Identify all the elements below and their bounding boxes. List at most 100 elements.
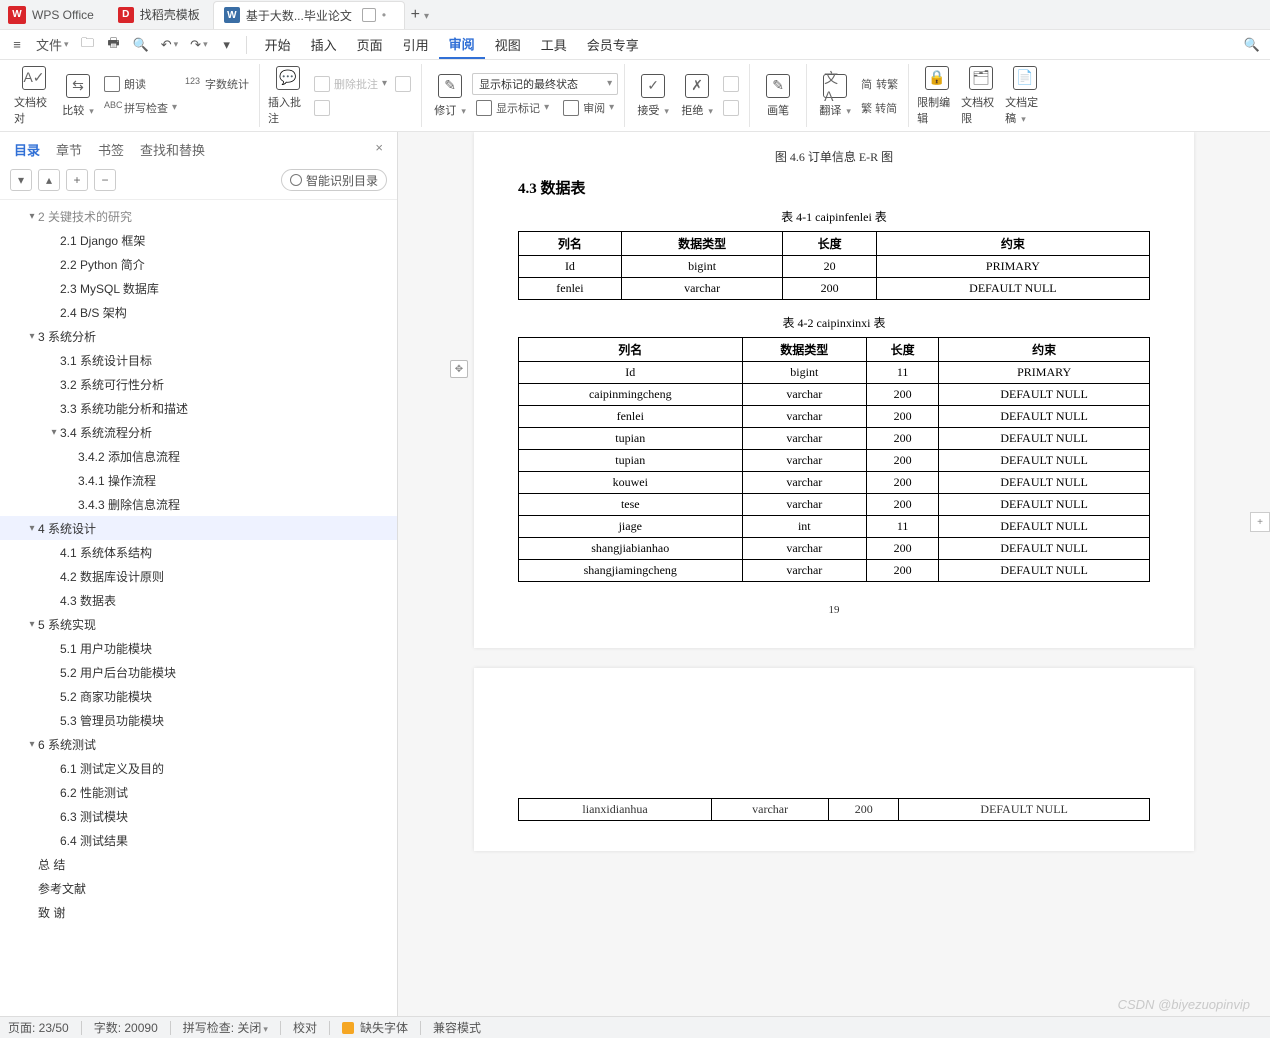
spell-status[interactable]: 拼写检查: 关闭▾ xyxy=(183,1019,268,1036)
translate-button[interactable]: 文A翻译 ▾ xyxy=(813,72,857,120)
tab-find-templates[interactable]: D 找稻壳模板 xyxy=(108,1,210,29)
redo-icon[interactable]: ↷▾ xyxy=(186,34,211,56)
menu-审阅[interactable]: 审阅 xyxy=(439,31,485,59)
menu-list: 开始插入页面引用审阅视图工具会员专享 xyxy=(255,31,649,59)
simp-to-trad-button[interactable]: 繁 转简 xyxy=(857,97,902,119)
delete-comment-button: 删除批注▾ xyxy=(310,73,391,95)
outline-item[interactable]: 4.3 数据表 xyxy=(0,588,397,612)
outline-item[interactable]: ▾2 关键技术的研究 xyxy=(0,204,397,228)
outline-item[interactable]: ▾3.4 系统流程分析 xyxy=(0,420,397,444)
outline-item[interactable]: 3.4.3 删除信息流程 xyxy=(0,492,397,516)
outline-item[interactable]: 2.4 B/S 架构 xyxy=(0,300,397,324)
add-button[interactable]: + xyxy=(66,169,88,191)
tab-outline[interactable]: 目录 xyxy=(14,140,40,159)
outline-item[interactable]: 3.3 系统功能分析和描述 xyxy=(0,396,397,420)
undo-icon[interactable]: ↶▾ xyxy=(157,34,182,56)
separator xyxy=(246,36,247,54)
show-marks-button[interactable]: 显示标记▾ xyxy=(472,97,553,119)
outline-item[interactable]: ▾4 系统设计 xyxy=(0,516,397,540)
outline-item[interactable]: 5.3 管理员功能模块 xyxy=(0,708,397,732)
outline-item[interactable]: 6.4 测试结果 xyxy=(0,828,397,852)
close-icon[interactable]: • xyxy=(382,8,394,22)
menu-工具[interactable]: 工具 xyxy=(531,31,577,59)
smart-toc-button[interactable]: 智能识别目录 xyxy=(281,169,387,191)
remove-button[interactable]: − xyxy=(94,169,116,191)
accept-button[interactable]: ✓接受 ▾ xyxy=(631,72,675,120)
doc-proof-button[interactable]: A✓文档校对 xyxy=(12,64,56,128)
tab-bookmarks[interactable]: 书签 xyxy=(98,140,124,159)
outline-item[interactable]: 6.3 测试模块 xyxy=(0,804,397,828)
compare-button[interactable]: ⇆比较 ▾ xyxy=(56,72,100,120)
app-name: WPS Office xyxy=(32,8,94,22)
doc-final-button[interactable]: 📄文档定稿 ▾ xyxy=(1003,64,1047,128)
reject-button[interactable]: ✗拒绝 ▾ xyxy=(675,72,719,120)
outline-item[interactable]: 2.1 Django 框架 xyxy=(0,228,397,252)
outline-item[interactable]: 3.1 系统设计目标 xyxy=(0,348,397,372)
spell-check-button[interactable]: ABC拼写检查▾ xyxy=(100,97,181,119)
outline-item[interactable]: ▾6 系统测试 xyxy=(0,732,397,756)
ink-button[interactable]: ✎画笔 xyxy=(756,72,800,120)
trad-to-simp-button[interactable]: 简转繁 xyxy=(857,73,902,95)
outline-item[interactable]: 6.2 性能测试 xyxy=(0,780,397,804)
tab-sections[interactable]: 章节 xyxy=(56,140,82,159)
up-button[interactable]: ▴ xyxy=(38,169,60,191)
collapse-button[interactable]: ▾ xyxy=(10,169,32,191)
tab-find-replace[interactable]: 查找和替换 xyxy=(140,140,205,159)
new-tab-button[interactable]: +▾ xyxy=(408,6,432,24)
outline-item[interactable]: 致 谢 xyxy=(0,900,397,924)
table-caipinxinxi: 列名数据类型长度约束Idbigint11PRIMARYcaipinmingche… xyxy=(518,337,1150,582)
next-comment-button xyxy=(391,73,415,95)
scroll-add-button[interactable]: + xyxy=(1250,512,1270,532)
search-icon[interactable]: 🔍 xyxy=(1240,34,1264,56)
outline-item[interactable]: 3.2 系统可行性分析 xyxy=(0,372,397,396)
doc-permission-button[interactable]: 🗂文档权限 xyxy=(959,64,1003,128)
outline-item[interactable]: 5.1 用户功能模块 xyxy=(0,636,397,660)
menu-开始[interactable]: 开始 xyxy=(255,31,301,59)
file-menu[interactable]: 文件▾ xyxy=(32,34,73,56)
outline-item[interactable]: 3.4.2 添加信息流程 xyxy=(0,444,397,468)
read-aloud-button[interactable]: 朗读 xyxy=(100,73,181,95)
preview-icon[interactable]: 🔍 xyxy=(129,34,153,56)
menu-页面[interactable]: 页面 xyxy=(347,31,393,59)
table-anchor-icon[interactable]: ✥ xyxy=(450,360,468,378)
page-indicator[interactable]: 页面: 23/50 xyxy=(8,1019,69,1036)
proof-status[interactable]: 校对 xyxy=(293,1019,317,1036)
tab-state-icon xyxy=(362,8,376,22)
outline-item[interactable]: 6.1 测试定义及目的 xyxy=(0,756,397,780)
menu-会员专享[interactable]: 会员专享 xyxy=(577,31,649,59)
group-revise: ✎修订 ▾ 显示标记的最终状态 显示标记▾ 审阅▾ xyxy=(422,64,625,127)
menu-引用[interactable]: 引用 xyxy=(393,31,439,59)
more-icon[interactable]: ▾ xyxy=(216,34,238,56)
word-count-button[interactable]: 123字数统计 xyxy=(181,73,253,95)
outline-item[interactable]: 总 结 xyxy=(0,852,397,876)
outline-item[interactable]: 4.2 数据库设计原则 xyxy=(0,564,397,588)
tab-document[interactable]: W 基于大数...毕业论文 • xyxy=(213,1,405,29)
outline-item[interactable]: ▾3 系统分析 xyxy=(0,324,397,348)
word-count[interactable]: 字数: 20090 xyxy=(94,1019,158,1036)
outline-item[interactable]: 参考文献 xyxy=(0,876,397,900)
outline-item[interactable]: 5.2 商家功能模块 xyxy=(0,684,397,708)
outline-item[interactable]: 2.2 Python 简介 xyxy=(0,252,397,276)
prev-change-button xyxy=(719,73,743,95)
menu-插入[interactable]: 插入 xyxy=(301,31,347,59)
close-pane-icon[interactable]: × xyxy=(375,140,383,159)
outline-tree[interactable]: ▾2 关键技术的研究2.1 Django 框架2.2 Python 简介2.3 … xyxy=(0,200,397,1016)
outline-item[interactable]: 4.1 系统体系结构 xyxy=(0,540,397,564)
insert-comment-button[interactable]: 💬插入批注 xyxy=(266,64,310,128)
outline-item[interactable]: 5.2 用户后台功能模块 xyxy=(0,660,397,684)
document-area[interactable]: ✥ 图 4.6 订单信息 E-R 图 4.3 数据表 表 4-1 caipinf… xyxy=(398,132,1270,1016)
outline-item[interactable]: ▾5 系统实现 xyxy=(0,612,397,636)
outline-item[interactable]: 3.4.1 操作流程 xyxy=(0,468,397,492)
print-icon[interactable]: 🖶 xyxy=(103,34,125,56)
outline-item[interactable]: 2.3 MySQL 数据库 xyxy=(0,276,397,300)
tab-label: 找稻壳模板 xyxy=(140,6,200,23)
track-changes-button[interactable]: ✎修订 ▾ xyxy=(428,72,472,120)
menu-视图[interactable]: 视图 xyxy=(485,31,531,59)
compat-mode[interactable]: 兼容模式 xyxy=(433,1019,481,1036)
save-icon[interactable]: 🗀 xyxy=(77,34,99,56)
restrict-edit-button[interactable]: 🔒限制编辑 xyxy=(915,64,959,128)
menu-icon[interactable]: ≡ xyxy=(6,34,28,56)
review-pane-button[interactable]: 审阅▾ xyxy=(559,97,618,119)
markup-display-combo[interactable]: 显示标记的最终状态 xyxy=(472,73,618,95)
missing-font[interactable]: 缺失字体 xyxy=(360,1019,408,1036)
